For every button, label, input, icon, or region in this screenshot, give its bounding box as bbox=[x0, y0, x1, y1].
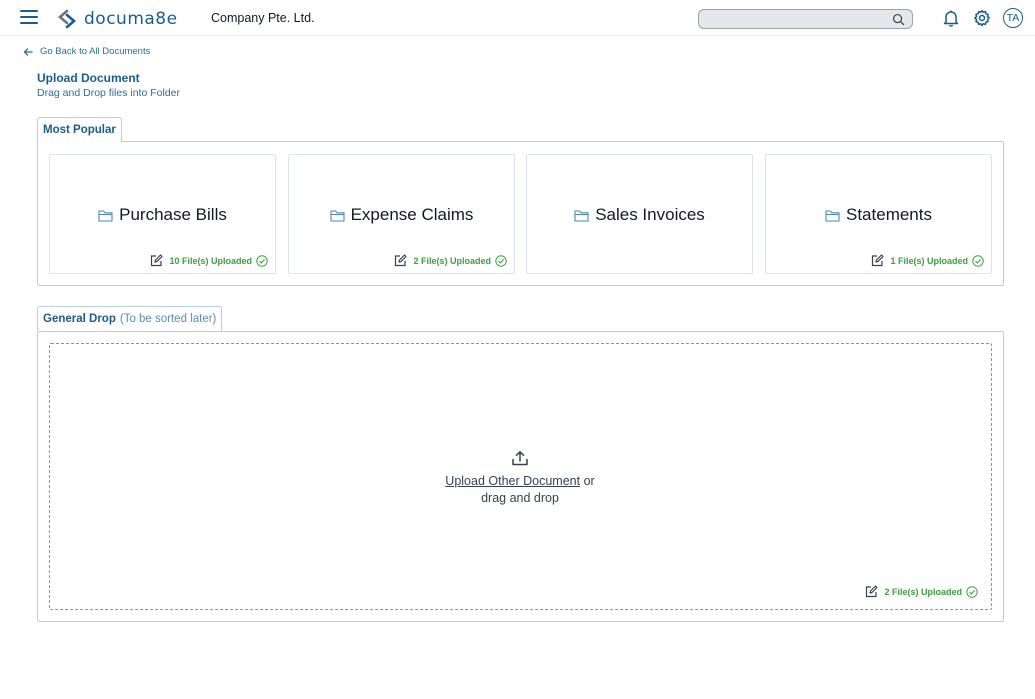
folder-card-sales-invoices[interactable]: Sales Invoices bbox=[526, 154, 753, 274]
page-subtitle: Drag and Drop files into Folder bbox=[37, 87, 180, 99]
tab-general-drop-sublabel: (To be sorted later) bbox=[119, 313, 217, 325]
folder-card-title: Purchase Bills bbox=[50, 205, 275, 225]
upload-count: 2 File(s) Uploaded bbox=[413, 255, 491, 266]
tab-most-popular-label: Most Popular bbox=[43, 124, 116, 136]
logo-icon bbox=[58, 9, 76, 29]
drop-zone-footer: 2 File(s) Uploaded bbox=[865, 585, 978, 598]
logo-text: documa8e bbox=[84, 9, 178, 29]
folder-icon bbox=[330, 209, 345, 222]
back-link[interactable]: Go Back to All Documents bbox=[23, 46, 150, 57]
upload-instructions: Upload Other Document or drag and drop bbox=[400, 473, 640, 507]
folder-card-title: Statements bbox=[766, 205, 991, 225]
folder-card-footer: 1 File(s) Uploaded bbox=[871, 254, 984, 267]
check-circle-icon bbox=[972, 254, 984, 267]
edit-icon[interactable] bbox=[865, 585, 879, 598]
folder-card-label: Purchase Bills bbox=[119, 205, 227, 224]
folder-card-footer: 10 File(s) Uploaded bbox=[150, 254, 268, 267]
folder-card-expense-claims[interactable]: Expense Claims 2 File(s) Uploaded bbox=[288, 154, 515, 274]
top-bar: documa8e Company Pte. Ltd. TA bbox=[0, 0, 1035, 36]
folder-card-footer: 2 File(s) Uploaded bbox=[394, 254, 507, 267]
upload-other-document-link[interactable]: Upload Other Document bbox=[445, 474, 580, 488]
folder-card-title: Sales Invoices bbox=[527, 205, 752, 225]
folder-card-title: Expense Claims bbox=[289, 205, 514, 225]
tab-general-drop-label: General Drop bbox=[43, 313, 116, 325]
company-name: Company Pte. Ltd. bbox=[211, 11, 315, 25]
folder-card-label: Statements bbox=[846, 205, 932, 224]
upload-count: 10 File(s) Uploaded bbox=[169, 255, 252, 266]
folder-card-label: Sales Invoices bbox=[595, 205, 705, 224]
tab-most-popular[interactable]: Most Popular bbox=[37, 117, 122, 142]
folder-card-purchase-bills[interactable]: Purchase Bills 10 File(s) Uploaded bbox=[49, 154, 276, 274]
check-circle-icon bbox=[495, 254, 507, 267]
edit-icon[interactable] bbox=[871, 254, 885, 267]
edit-icon[interactable] bbox=[150, 254, 164, 267]
arrow-left-icon bbox=[23, 47, 33, 56]
upload-count: 2 File(s) Uploaded bbox=[884, 586, 962, 597]
folder-icon bbox=[98, 209, 113, 222]
folder-card-label: Expense Claims bbox=[350, 205, 474, 224]
upload-or-text: or bbox=[580, 474, 595, 488]
check-circle-icon bbox=[256, 254, 268, 267]
page-title: Upload Document bbox=[37, 71, 140, 85]
gear-icon[interactable] bbox=[973, 9, 991, 27]
drag-and-drop-text: drag and drop bbox=[481, 491, 559, 505]
edit-icon[interactable] bbox=[394, 254, 408, 267]
upload-icon[interactable] bbox=[511, 450, 529, 466]
folder-icon bbox=[574, 209, 589, 222]
logo[interactable]: documa8e bbox=[56, 7, 178, 31]
bell-icon[interactable] bbox=[942, 9, 960, 27]
search-icon[interactable] bbox=[892, 13, 905, 26]
check-circle-icon bbox=[966, 585, 978, 598]
upload-count: 1 File(s) Uploaded bbox=[890, 255, 968, 266]
menu-icon[interactable] bbox=[20, 10, 38, 26]
search-input[interactable] bbox=[699, 11, 884, 29]
folder-icon bbox=[825, 209, 840, 222]
tab-general-drop[interactable]: General Drop (To be sorted later) bbox=[37, 306, 223, 331]
back-link-label: Go Back to All Documents bbox=[40, 46, 151, 57]
search-box[interactable] bbox=[698, 9, 913, 29]
folder-card-statements[interactable]: Statements 1 File(s) Uploaded bbox=[765, 154, 992, 274]
avatar[interactable]: TA bbox=[1003, 8, 1023, 28]
